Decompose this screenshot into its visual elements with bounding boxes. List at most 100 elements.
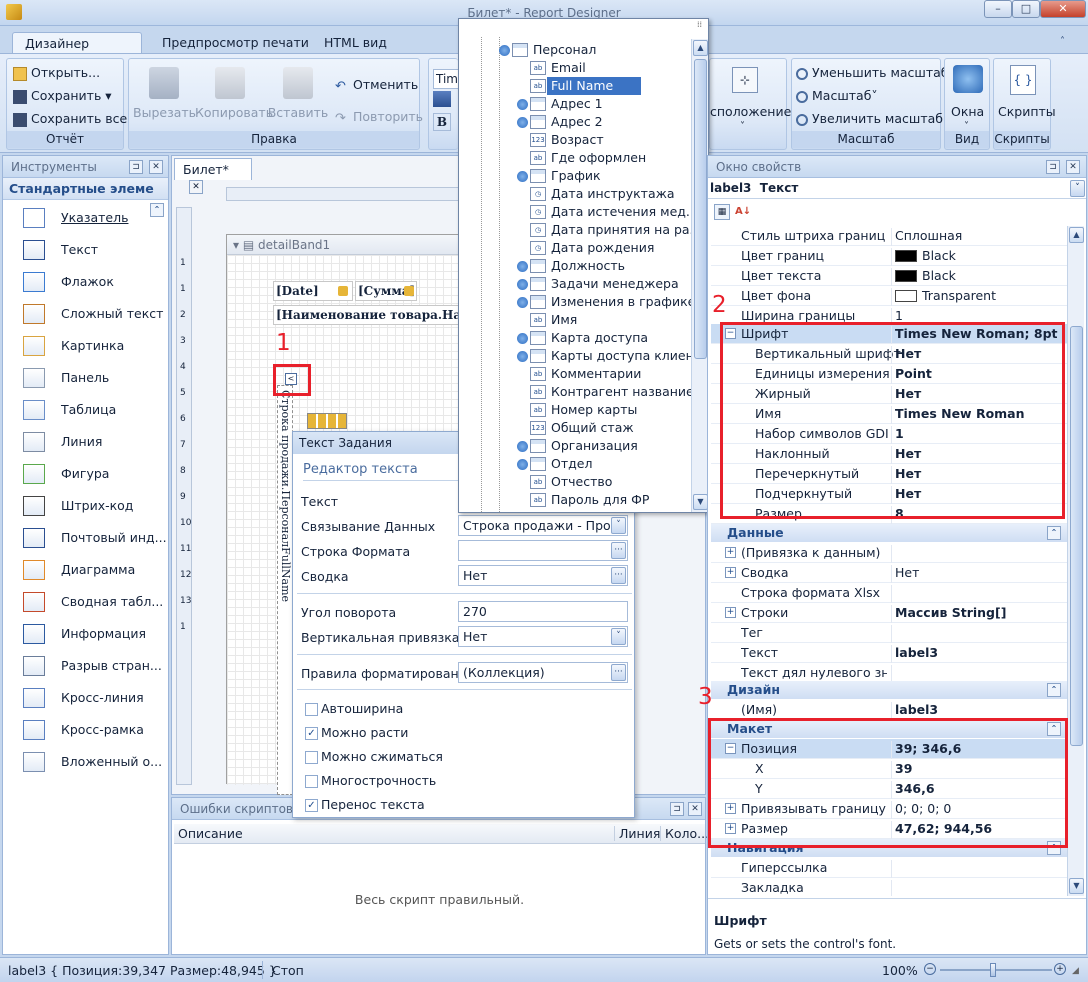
checkbox-label[interactable]: Можно расти bbox=[321, 725, 408, 740]
toolbox-item-pivot-grid[interactable]: Сводная табл... bbox=[3, 586, 168, 618]
expand-icon[interactable] bbox=[517, 441, 528, 452]
scroll-up-icon[interactable]: ▲ bbox=[1069, 227, 1084, 243]
zoom-slider-thumb[interactable] bbox=[990, 963, 996, 977]
field-item[interactable]: Адрес 1 bbox=[551, 95, 603, 113]
tab-report-designer[interactable]: Дизайнер отчёта bbox=[12, 32, 142, 66]
field-item[interactable]: Общий стаж bbox=[551, 419, 634, 437]
expand-icon[interactable] bbox=[517, 261, 528, 272]
zoom-slider[interactable] bbox=[940, 969, 1052, 971]
field-sum[interactable]: [Сумма] bbox=[355, 281, 417, 301]
field-product-name[interactable]: [Наименование товара.Наимен bbox=[273, 305, 473, 325]
field-item[interactable]: Карта доступа bbox=[551, 329, 648, 347]
field-item[interactable]: Дата принятия на ра... bbox=[551, 221, 701, 239]
property-row[interactable]: + (Привязка к данным) bbox=[711, 543, 1067, 563]
font-name-box[interactable]: Tim bbox=[433, 69, 461, 89]
field-item[interactable]: Изменения в графике bbox=[551, 293, 695, 311]
property-value[interactable] bbox=[891, 880, 1067, 896]
field-item[interactable]: Карты доступа клиента bbox=[551, 347, 709, 365]
scroll-thumb[interactable] bbox=[694, 59, 707, 359]
chevron-down-icon[interactable]: ˅ bbox=[611, 517, 626, 534]
open-button[interactable]: Открыть... bbox=[13, 65, 100, 81]
scroll-down-icon[interactable]: ▼ bbox=[693, 494, 708, 510]
expand-icon[interactable] bbox=[517, 333, 528, 344]
expand-icon[interactable] bbox=[517, 351, 528, 362]
field-item[interactable]: Номер карты bbox=[551, 401, 637, 419]
paste-button[interactable]: Вставить bbox=[267, 67, 329, 120]
scripts-icon[interactable]: { } bbox=[1010, 65, 1036, 95]
checkbox[interactable]: ✓ bbox=[305, 799, 318, 812]
band-header[interactable]: ▾ ▤ detailBand1 bbox=[227, 235, 473, 255]
toolbox-item-text[interactable]: Текст bbox=[3, 234, 168, 266]
resize-grip-icon[interactable]: ◢ bbox=[1072, 966, 1079, 976]
sort-az-icon[interactable]: A↓ bbox=[735, 204, 753, 220]
field-item[interactable]: Email bbox=[551, 59, 586, 77]
checkbox[interactable]: ✓ bbox=[305, 727, 318, 740]
ellipsis-icon[interactable]: ··· bbox=[611, 664, 626, 681]
property-row[interactable]: Гиперссылка bbox=[711, 858, 1067, 878]
property-value[interactable] bbox=[891, 545, 1067, 563]
close-icon[interactable]: ✕ bbox=[688, 802, 702, 816]
save-button[interactable]: Сохранить ▾ bbox=[13, 88, 112, 104]
toolbox-item-checkbox[interactable]: Флажок bbox=[3, 266, 168, 298]
redo-button[interactable]: ↷ Повторить bbox=[335, 109, 423, 126]
checkbox-label[interactable]: Перенос текста bbox=[321, 797, 425, 812]
windows-icon[interactable] bbox=[953, 65, 983, 93]
toolbox-item-shape[interactable]: Фигура bbox=[3, 458, 168, 490]
checkbox[interactable] bbox=[305, 751, 318, 764]
zoom-in-icon[interactable]: + bbox=[1054, 963, 1066, 975]
toolbox-item-page-break[interactable]: Разрыв стран... bbox=[3, 650, 168, 682]
field-item[interactable]: Где оформлен bbox=[551, 149, 646, 167]
toolbox-item-chart[interactable]: Диаграмма bbox=[3, 554, 168, 586]
field-item[interactable]: Адрес 2 bbox=[551, 113, 603, 131]
undo-button[interactable]: ↶ Отменить bbox=[335, 77, 418, 94]
col-column[interactable]: Коло... bbox=[660, 826, 709, 841]
scroll-down-icon[interactable]: ▼ bbox=[1069, 878, 1084, 894]
close-button[interactable]: ✕ bbox=[1040, 0, 1086, 18]
zoom-out-button[interactable]: Уменьшить масштаб bbox=[796, 65, 949, 80]
field-item[interactable]: Комментарии bbox=[551, 365, 641, 383]
col-line[interactable]: Линия bbox=[614, 826, 660, 841]
zoom-out-icon[interactable]: − bbox=[924, 963, 936, 975]
font-color-icon[interactable] bbox=[433, 91, 451, 107]
expand-icon[interactable] bbox=[499, 45, 510, 56]
valign-select[interactable]: Нет ˅ bbox=[458, 626, 628, 647]
close-icon[interactable]: ✕ bbox=[149, 160, 163, 174]
toolbox-item-table[interactable]: Таблица bbox=[3, 394, 168, 426]
binding-select[interactable]: Строка продажи - Прода ˅ bbox=[458, 515, 628, 536]
maximize-button[interactable]: □ bbox=[1012, 0, 1040, 18]
property-value[interactable] bbox=[891, 585, 1067, 603]
toolbox-item-cross-band-line[interactable]: Кросс-линия bbox=[3, 682, 168, 714]
field-item[interactable]: Задачи менеджера bbox=[551, 275, 679, 293]
property-value[interactable]: Нет bbox=[891, 565, 1067, 583]
property-value[interactable]: Массив String[] bbox=[891, 605, 1067, 623]
field-item[interactable]: Имя bbox=[551, 311, 577, 329]
property-row[interactable]: Цвет фона Transparent bbox=[711, 286, 1067, 306]
field-item[interactable]: Дата рождения bbox=[551, 239, 654, 257]
checkbox-label[interactable]: Автоширина bbox=[321, 701, 403, 716]
close-icon[interactable]: ✕ bbox=[1066, 160, 1080, 174]
properties-scrollbar[interactable]: ▲ ▼ bbox=[1067, 226, 1084, 896]
doc-tab-close-icon[interactable]: ✕ bbox=[189, 180, 203, 194]
copy-button[interactable]: Копировать bbox=[195, 67, 273, 120]
toolbox-category[interactable]: Стандартные элеме ⌃ bbox=[3, 178, 168, 217]
summary-input[interactable]: Нет ··· bbox=[458, 565, 628, 586]
chevron-down-icon[interactable]: ˅ bbox=[1070, 180, 1085, 197]
ellipsis-icon[interactable]: ··· bbox=[611, 567, 626, 584]
expand-icon[interactable] bbox=[517, 99, 528, 110]
ribbon-collapse-button[interactable]: ˄ bbox=[1060, 36, 1080, 50]
label3-vertical[interactable]: Строка продажи.ПерсоналFullName bbox=[277, 385, 293, 795]
field-item[interactable]: Контрагент название bbox=[551, 383, 694, 401]
field-item[interactable]: Пароль для ФР bbox=[551, 491, 649, 509]
field-item[interactable]: Full Name bbox=[547, 77, 642, 95]
collapse-icon[interactable]: ⌃ bbox=[1047, 683, 1061, 697]
popup-scrollbar[interactable]: ▲ ▼ bbox=[691, 39, 708, 512]
collapse-icon[interactable]: ⌃ bbox=[1047, 526, 1061, 540]
property-row[interactable]: Цвет текста Black bbox=[711, 266, 1067, 286]
pin-icon[interactable]: ⊐ bbox=[1046, 160, 1060, 174]
angle-input[interactable]: 270 bbox=[458, 601, 628, 622]
toolbox-item-pointer[interactable]: Указатель bbox=[3, 202, 168, 234]
pin-icon[interactable]: ⊐ bbox=[129, 160, 143, 174]
layout-icon[interactable]: ⊹ bbox=[732, 67, 758, 93]
field-item[interactable]: Возраст bbox=[551, 131, 604, 149]
zoom-in-button[interactable]: Увеличить масштаб bbox=[796, 111, 943, 126]
